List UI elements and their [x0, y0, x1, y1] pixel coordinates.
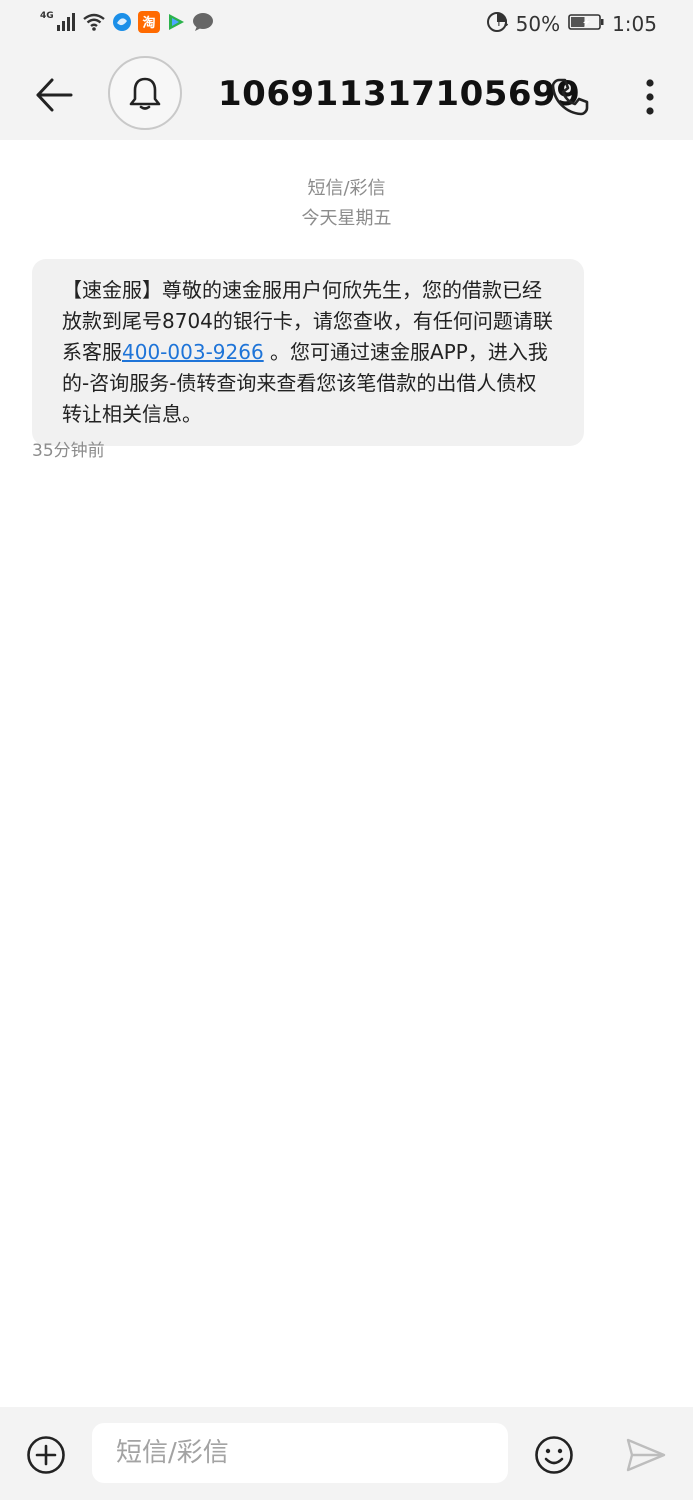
emoji-button[interactable]	[532, 1433, 576, 1477]
taobao-app-icon: 淘	[137, 11, 160, 37]
messaging-screen: 4G 淘 ↑↓ 50% 1:05 106911317105699 短信/彩信 今…	[0, 0, 693, 1500]
message-timestamp: 35分钟前	[32, 441, 105, 461]
video-app-icon	[166, 12, 186, 36]
chat-app-icon	[192, 12, 214, 36]
add-attachment-button[interactable]	[24, 1433, 68, 1477]
message-composer	[0, 1407, 693, 1500]
battery-percent: 50%	[515, 12, 561, 36]
svg-text:淘: 淘	[142, 15, 155, 31]
phone-number-link[interactable]: 400-003-9266	[122, 340, 264, 364]
call-button[interactable]	[548, 75, 592, 119]
status-time: 1:05	[612, 12, 657, 36]
more-options-button[interactable]	[630, 75, 670, 119]
conversation-header: 106911317105699	[0, 50, 693, 140]
browser-app-icon	[112, 12, 132, 36]
svg-text:↑↓: ↑↓	[495, 19, 508, 29]
signal-icon	[56, 13, 76, 35]
phone-icon	[551, 78, 589, 116]
back-button[interactable]	[32, 75, 76, 115]
message-date-label: 今天星期五	[301, 208, 392, 229]
data-saver-icon: ↑↓	[486, 11, 510, 37]
message-input[interactable]	[92, 1423, 508, 1483]
status-left-icons: 4G 淘	[40, 10, 214, 38]
bell-icon	[129, 77, 161, 110]
send-icon	[626, 1438, 666, 1472]
contact-number-title: 106911317105699	[218, 74, 581, 114]
wifi-icon	[82, 13, 106, 35]
back-arrow-icon	[36, 78, 73, 112]
message-type-label: 短信/彩信	[307, 178, 386, 199]
battery-icon	[568, 13, 604, 35]
network-type: 4G	[40, 11, 54, 21]
message-bubble[interactable]: 【速金服】尊敬的速金服用户何欣先生，您的借款已经放款到尾号8704的银行卡，请您…	[32, 259, 584, 446]
add-icon	[27, 1436, 65, 1474]
contact-avatar-button[interactable]	[108, 56, 182, 130]
more-vertical-icon	[646, 79, 654, 115]
status-bar: 4G 淘 ↑↓ 50% 1:05	[0, 0, 693, 50]
send-button[interactable]	[624, 1435, 668, 1475]
status-right-icons: ↑↓ 50% 1:05	[486, 10, 657, 38]
emoji-icon	[535, 1436, 573, 1474]
